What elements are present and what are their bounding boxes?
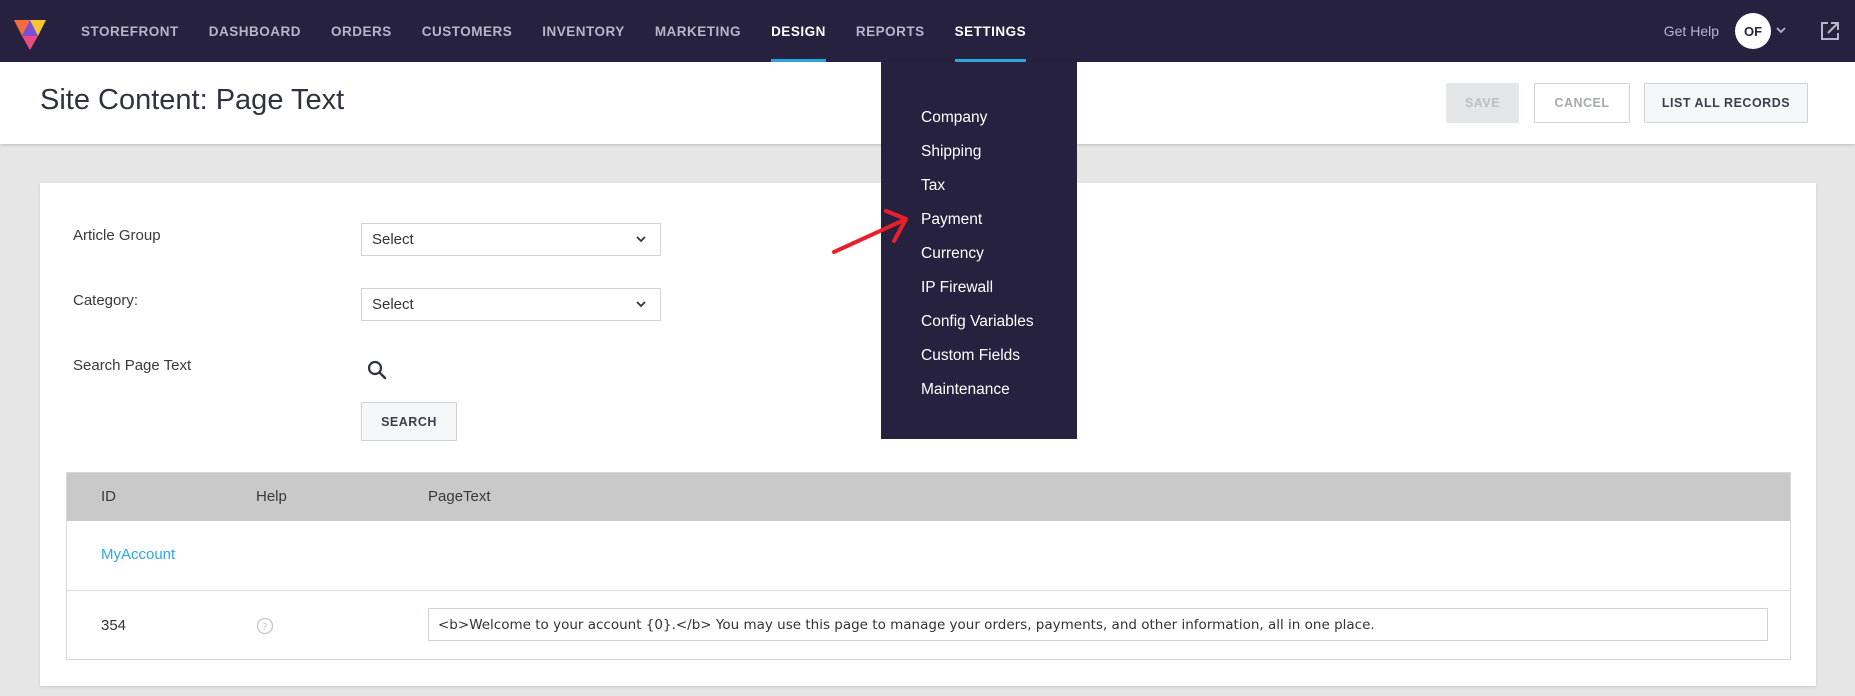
svg-text:?: ? [262,622,267,633]
avatar[interactable]: OF [1735,13,1771,49]
column-header-help[interactable]: Help [256,488,287,505]
chevron-down-icon [636,301,646,308]
category-label: Category: [73,292,139,309]
search-button[interactable]: SEARCH [361,402,457,441]
cancel-button[interactable]: CANCEL [1534,83,1630,123]
save-button[interactable]: SAVE [1446,83,1519,123]
list-all-records-button[interactable]: LIST ALL RECORDS [1644,83,1808,123]
nav-design[interactable]: DESIGN [756,0,841,62]
nav-storefront[interactable]: STOREFRONT [66,0,194,62]
menu-item-tax[interactable]: Tax [881,169,1077,203]
chevron-down-icon[interactable] [1775,24,1787,39]
external-link-icon[interactable] [1819,20,1841,42]
nav-reports[interactable]: REPORTS [841,0,940,62]
table-group-row: MyAccount [67,521,1790,591]
category-value: Select [372,296,414,313]
page-text-table: ID Help PageText MyAccount 354 ? <b>Welc… [66,472,1791,660]
table-row: 354 ? <b>Welcome to your account {0}.</b… [67,591,1790,659]
menu-item-maintenance[interactable]: Maintenance [881,373,1077,407]
search-page-text-label: Search Page Text [73,357,192,374]
nav-orders[interactable]: ORDERS [316,0,407,62]
nav-settings[interactable]: SETTINGS [940,0,1042,62]
menu-item-shipping[interactable]: Shipping [881,135,1077,169]
menu-item-payment[interactable]: Payment [881,203,1077,237]
nav-customers[interactable]: CUSTOMERS [407,0,528,62]
menu-item-ip-firewall[interactable]: IP Firewall [881,271,1077,305]
menu-item-currency[interactable]: Currency [881,237,1077,271]
nav-dashboard[interactable]: DASHBOARD [194,0,316,62]
category-select[interactable]: Select [361,288,661,321]
nav-inventory[interactable]: INVENTORY [527,0,640,62]
article-group-select[interactable]: Select [361,223,661,256]
article-group-value: Select [372,231,414,248]
table-header: ID Help PageText [67,473,1790,521]
logo-icon[interactable] [12,14,48,52]
group-link-myaccount[interactable]: MyAccount [101,546,175,563]
page-title: Site Content: Page Text [40,84,345,116]
help-icon[interactable]: ? [256,617,274,635]
get-help-link[interactable]: Get Help [1664,23,1719,39]
main-nav: STOREFRONT DASHBOARD ORDERS CUSTOMERS IN… [66,0,1041,62]
chevron-down-icon [636,236,646,243]
menu-item-custom-fields[interactable]: Custom Fields [881,339,1077,373]
top-navbar: STOREFRONT DASHBOARD ORDERS CUSTOMERS IN… [0,0,1855,62]
nav-marketing[interactable]: MARKETING [640,0,756,62]
menu-item-config-variables[interactable]: Config Variables [881,305,1077,339]
column-header-pagetext[interactable]: PageText [428,488,491,505]
cell-id: 354 [101,617,127,634]
annotation-arrow-icon [832,209,908,254]
menu-item-company[interactable]: Company [881,101,1077,135]
pagetext-input[interactable]: <b>Welcome to your account {0}.</b> You … [428,608,1768,641]
article-group-label: Article Group [73,227,161,244]
column-header-id[interactable]: ID [101,488,116,505]
settings-dropdown: Company Shipping Tax Payment Currency IP… [881,62,1077,439]
search-icon[interactable] [366,359,388,381]
